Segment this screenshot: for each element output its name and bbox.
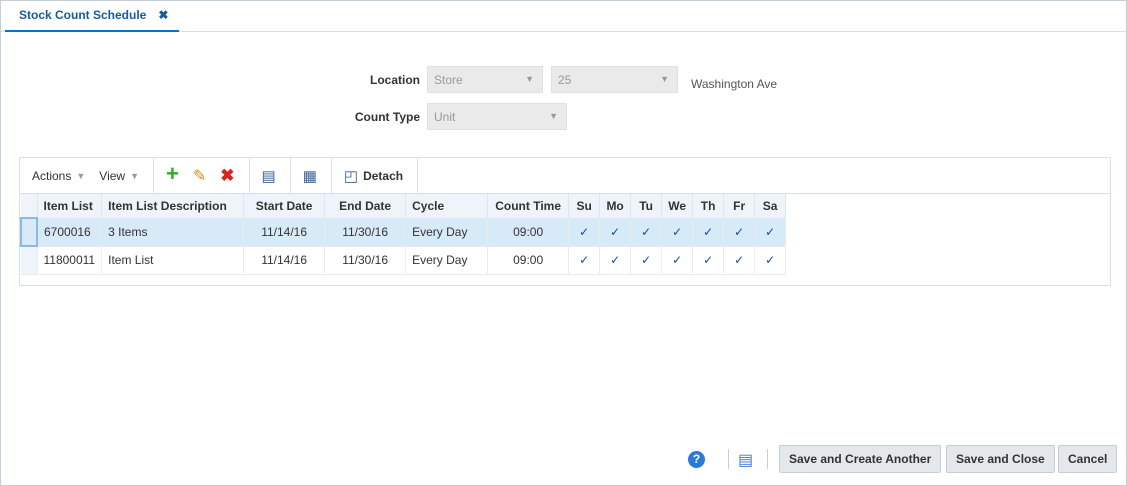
save-and-close-button[interactable]: Save and Close: [946, 445, 1055, 473]
check-icon: ✓: [661, 246, 694, 275]
column-header[interactable]: Count Time: [487, 194, 570, 218]
actions-label: Actions: [32, 168, 72, 183]
check-icon: ✓: [661, 218, 694, 247]
check-icon: ✓: [599, 218, 632, 247]
help-icon[interactable]: ?: [688, 451, 705, 468]
cancel-button[interactable]: Cancel: [1058, 445, 1118, 473]
check-icon: ✓: [568, 246, 601, 275]
close-icon[interactable]: ✖: [158, 8, 168, 22]
check-icon: ✓: [630, 218, 663, 247]
check-icon: ✓: [630, 246, 663, 275]
check-icon: ✓: [692, 246, 725, 275]
column-header[interactable]: Mo: [599, 194, 632, 218]
item-list-panel: Actions ▼ View ▼ + ✎ ✖ ▤ ▦ ◰ Detach Item Li…: [19, 157, 1111, 286]
attachment-icon[interactable]: ▤: [738, 450, 753, 470]
column-header[interactable]: Fr: [723, 194, 756, 218]
column-header[interactable]: Item List: [37, 194, 103, 218]
start-date-cell: 11/14/16: [243, 218, 326, 247]
chevron-down-icon: ▼: [549, 111, 558, 121]
column-header[interactable]: Start Date: [243, 194, 326, 218]
detach-icon: ◰: [343, 167, 359, 185]
location-id-select[interactable]: 25 ▼: [551, 66, 678, 93]
view-menu[interactable]: View ▼: [99, 169, 139, 183]
column-header[interactable]: End Date: [324, 194, 407, 218]
chevron-down-icon: ▼: [130, 170, 139, 181]
column-header[interactable]: Item List Description: [101, 194, 245, 218]
chevron-down-icon: ▼: [76, 170, 86, 181]
description-cell: 3 Items: [101, 218, 245, 247]
column-header[interactable]: Tu: [630, 194, 663, 218]
end-date-cell: 11/30/16: [324, 246, 407, 275]
view-label: View: [99, 168, 126, 183]
table-row[interactable]: 6700016 3 Items 11/14/16 11/30/16 Every …: [20, 217, 787, 247]
check-icon: ✓: [568, 218, 601, 247]
tab-stock-count-schedule[interactable]: Stock Count Schedule ✖: [5, 1, 179, 32]
column-header[interactable]: Cycle: [405, 194, 489, 218]
table-header-row: Item List Item List Description Start Da…: [21, 194, 787, 218]
tab-bar: Stock Count Schedule ✖: [1, 1, 1126, 32]
actions-menu[interactable]: Actions ▼: [32, 169, 85, 183]
chevron-down-icon: ▼: [525, 74, 534, 84]
cycle-cell: Every Day: [405, 246, 489, 275]
detach-label: Detach: [363, 168, 404, 183]
table-toolbar: Actions ▼ View ▼ + ✎ ✖ ▤ ▦ ◰ Detach: [20, 157, 1110, 194]
count-time-cell: 09:00: [487, 218, 570, 247]
column-header[interactable]: Su: [568, 194, 601, 218]
column-header[interactable]: Th: [692, 194, 725, 218]
description-cell: Item List: [101, 246, 245, 275]
check-icon: ✓: [754, 218, 787, 247]
count-type-value: Unit: [434, 110, 456, 124]
end-date-cell: 11/30/16: [324, 218, 407, 247]
cycle-cell: Every Day: [405, 218, 489, 247]
column-header[interactable]: Sa: [754, 194, 787, 218]
count-type-select[interactable]: Unit ▼: [427, 103, 567, 130]
tab-label: Stock Count Schedule: [19, 8, 147, 22]
check-icon: ✓: [599, 246, 632, 275]
check-icon: ✓: [754, 246, 787, 275]
location-type-select[interactable]: Store ▼: [427, 66, 543, 93]
item-list-cell: 6700016: [37, 218, 103, 247]
start-date-cell: 11/14/16: [243, 246, 326, 275]
check-icon: ✓: [723, 218, 756, 247]
location-type-value: Store: [434, 73, 463, 87]
location-label: Location: [370, 73, 420, 87]
detach-button[interactable]: ◰ Detach: [344, 167, 403, 185]
count-type-label: Count Type: [354, 110, 420, 124]
query-by-example-icon[interactable]: ▦: [303, 167, 317, 185]
item-list-table: Item List Item List Description Start Da…: [20, 194, 787, 275]
check-icon: ✓: [723, 246, 756, 275]
table-row[interactable]: 11800011 Item List 11/14/16 11/30/16 Eve…: [21, 246, 787, 275]
count-time-cell: 09:00: [487, 246, 570, 275]
location-id-value: 25: [558, 73, 572, 87]
column-header[interactable]: We: [661, 194, 694, 218]
check-icon: ✓: [692, 218, 725, 247]
add-icon[interactable]: +: [166, 161, 179, 187]
chevron-down-icon: ▼: [660, 74, 669, 84]
delete-icon[interactable]: ✖: [220, 166, 234, 186]
export-excel-icon[interactable]: ▤: [262, 167, 276, 185]
edit-icon[interactable]: ✎: [193, 166, 206, 186]
location-name: Washington Ave: [691, 77, 778, 91]
save-and-create-another-button[interactable]: Save and Create Another: [779, 445, 942, 473]
item-list-cell: 11800011: [37, 246, 103, 275]
